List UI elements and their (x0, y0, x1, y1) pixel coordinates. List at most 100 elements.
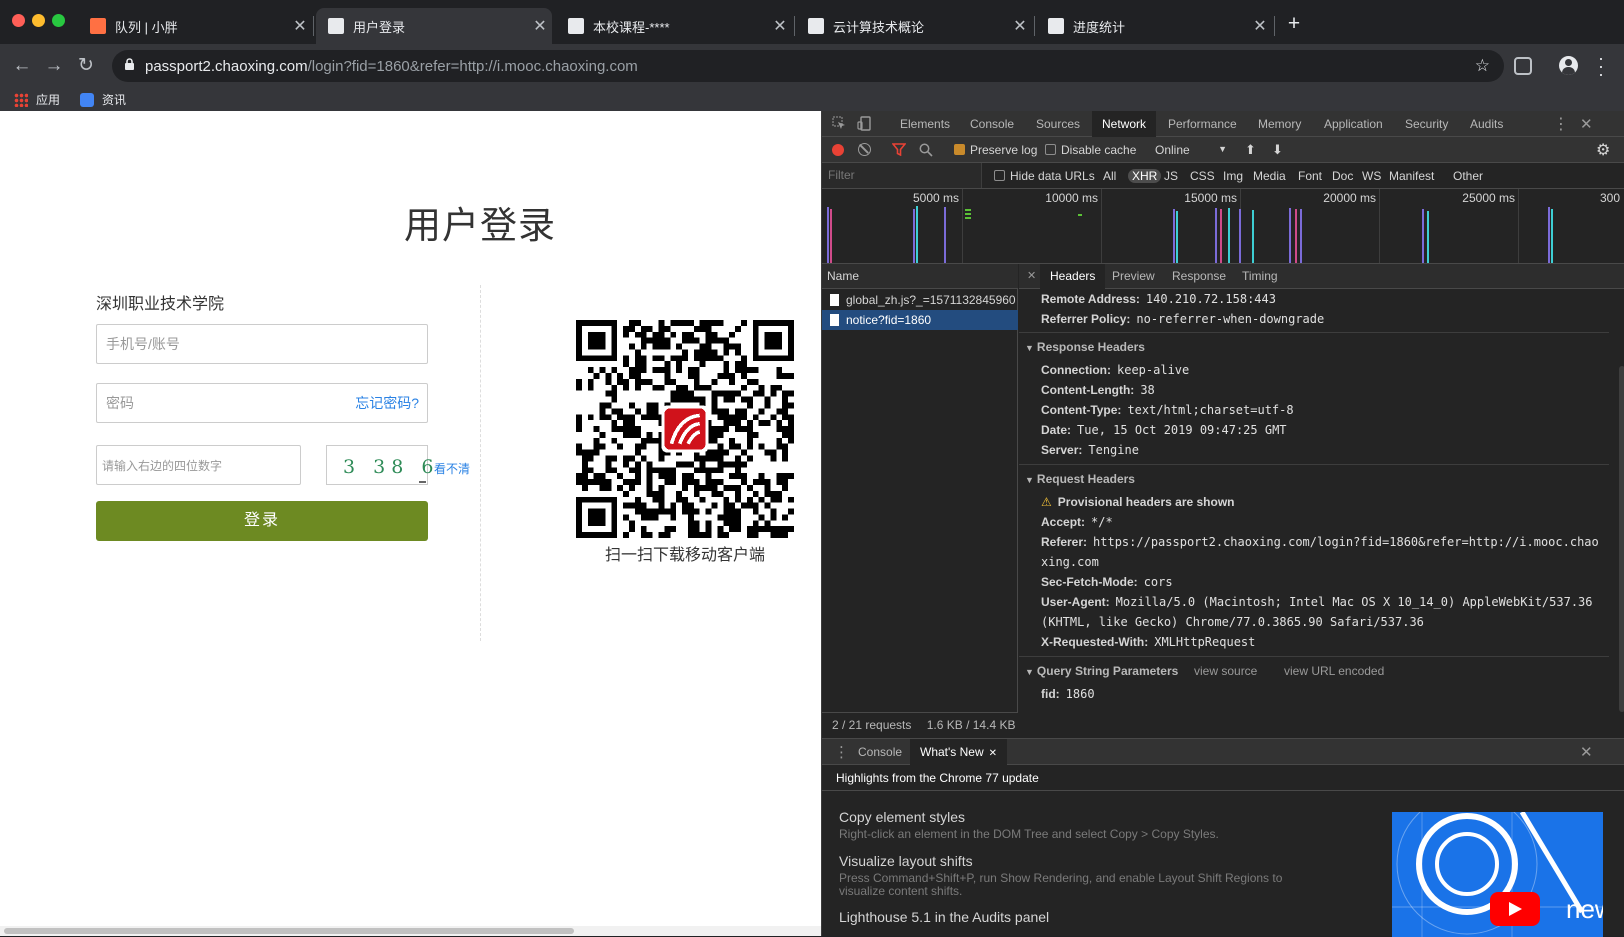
bookmark-star-icon[interactable]: ☆ (1475, 56, 1490, 76)
tab-close-icon[interactable]: ✕ (1248, 16, 1272, 36)
password-input[interactable]: 密码 忘记密码? (96, 383, 428, 423)
drawer-close-icon[interactable]: ✕ (1580, 743, 1593, 761)
device-toolbar-icon[interactable] (857, 116, 871, 134)
drawer-tab-whats-new[interactable]: What's New ✕ (910, 739, 1008, 765)
bookmark-news[interactable]: 资讯 (80, 91, 126, 108)
tab-response[interactable]: Response (1172, 264, 1226, 289)
youtube-play-icon[interactable] (1490, 892, 1540, 926)
whats-new-item[interactable]: Lighthouse 5.1 in the Audits panel (839, 909, 1049, 925)
minimize-window-button[interactable] (32, 14, 45, 27)
throttling-select[interactable]: Online ▼ (1155, 143, 1227, 157)
browser-tab[interactable]: 云计算技术概论 ✕ (796, 8, 1032, 44)
tab-headers[interactable]: Headers (1040, 264, 1106, 289)
import-har-icon[interactable]: ⬆ (1245, 142, 1256, 158)
request-row-selected[interactable]: notice?fid=1860 (822, 310, 1018, 330)
login-button[interactable]: 登录 (96, 501, 428, 541)
bookmark-apps[interactable]: 应用 (14, 91, 60, 108)
profile-avatar-icon[interactable] (1559, 56, 1578, 75)
phone-account-input[interactable]: 手机号/账号 (96, 324, 428, 364)
tab-application[interactable]: Application (1324, 111, 1383, 137)
hide-data-urls-checkbox[interactable]: Hide data URLs (994, 169, 1095, 183)
filter-type-all[interactable]: All (1103, 169, 1116, 183)
tab-sources[interactable]: Sources (1036, 111, 1080, 137)
search-icon[interactable] (919, 143, 933, 160)
whats-new-item[interactable]: Visualize layout shifts Press Command+Sh… (839, 853, 1319, 898)
browser-tab[interactable]: 进度统计 ✕ (1036, 8, 1272, 44)
response-headers-section[interactable]: ▼ Response Headers (1025, 340, 1145, 354)
forgot-password-link[interactable]: 忘记密码? (355, 393, 419, 413)
filter-type-css[interactable]: CSS (1190, 169, 1215, 183)
whats-new-video-thumbnail[interactable]: new (1392, 812, 1603, 937)
filter-type-ws[interactable]: WS (1362, 169, 1381, 183)
tab-elements[interactable]: Elements (900, 111, 950, 137)
preserve-log-checkbox[interactable]: Preserve log (954, 143, 1037, 157)
back-arrow-icon[interactable]: ← (10, 54, 34, 78)
export-har-icon[interactable]: ⬇ (1272, 142, 1283, 158)
zoom-window-button[interactable] (52, 14, 65, 27)
tab-close-icon[interactable]: ✕ (768, 16, 792, 36)
tab-preview[interactable]: Preview (1112, 264, 1155, 289)
filter-input[interactable]: Filter (822, 163, 982, 188)
browser-tab[interactable]: 本校课程-**** ✕ (556, 8, 792, 44)
tab-timing[interactable]: Timing (1242, 264, 1278, 289)
tab-memory[interactable]: Memory (1258, 111, 1301, 137)
tab-audits[interactable]: Audits (1470, 111, 1503, 137)
filter-type-js[interactable]: JS (1164, 169, 1178, 183)
new-tab-button[interactable]: + (1282, 12, 1306, 36)
request-row[interactable]: global_zh.js?_=1571132845960 (822, 290, 1018, 310)
network-toolbar: Preserve log Disable cache Online ▼ ⬆ ⬇ ⚙ (822, 137, 1624, 163)
refresh-captcha-link[interactable]: 看不清 (434, 460, 470, 477)
filter-type-xhr[interactable]: XHR (1128, 169, 1162, 183)
request-headers-section[interactable]: ▼ Request Headers (1025, 472, 1135, 486)
network-settings-gear-icon[interactable]: ⚙ (1596, 140, 1610, 160)
captcha-input[interactable]: 请输入右边的四位数字 (96, 445, 301, 485)
tab-close-icon[interactable]: ✕ (1008, 16, 1032, 36)
browser-tab-active[interactable]: 用户登录 ✕ (316, 8, 552, 44)
details-scrollbar[interactable] (1619, 366, 1624, 712)
extension-icon[interactable] (1514, 57, 1532, 75)
section-divider (1019, 332, 1609, 333)
reload-icon[interactable]: ↻ (74, 54, 98, 78)
filter-type-doc[interactable]: Doc (1332, 169, 1353, 183)
record-icon[interactable] (832, 144, 844, 156)
app-download-qr-code (576, 320, 794, 538)
disable-cache-checkbox[interactable]: Disable cache (1045, 143, 1136, 157)
tab-performance[interactable]: Performance (1168, 111, 1237, 137)
scrollbar-thumb[interactable] (4, 928, 574, 934)
url-path: /login?fid=1860&refer=http://i.mooc.chao… (307, 57, 638, 75)
browser-tab[interactable]: 队列 | 小胖 ✕ (78, 8, 312, 44)
view-source-link[interactable]: view source (1194, 664, 1257, 678)
whats-new-item-title: Visualize layout shifts (839, 853, 973, 869)
tab-network[interactable]: Network (1092, 111, 1157, 137)
drawer-menu-icon[interactable]: ⋮ (834, 743, 849, 761)
filter-funnel-icon[interactable] (891, 143, 907, 159)
forward-arrow-icon[interactable]: → (42, 54, 66, 78)
query-string-section[interactable]: ▼ Query String Parameters (1025, 664, 1178, 678)
tab-close-icon[interactable]: ✕ (288, 16, 312, 36)
filter-type-manifest[interactable]: Manifest (1389, 169, 1434, 183)
filter-type-font[interactable]: Font (1298, 169, 1322, 183)
tab-title: 进度统计 (1073, 19, 1126, 35)
filter-type-media[interactable]: Media (1253, 169, 1286, 183)
address-bar[interactable]: passport2.chaoxing.com/login?fid=1860&re… (112, 50, 1504, 82)
inspect-element-icon[interactable] (832, 116, 846, 133)
name-column-header[interactable]: Name (822, 264, 1018, 289)
network-timeline-overview[interactable]: 5000 ms 10000 ms 15000 ms 20000 ms 25000… (822, 189, 1624, 264)
drawer-tab-console[interactable]: Console (858, 739, 902, 765)
devtools-menu-icon[interactable]: ⋮ (1553, 114, 1569, 134)
scrollbar-thumb[interactable] (1619, 366, 1624, 712)
devtools-close-icon[interactable]: ✕ (1580, 115, 1593, 133)
close-details-icon[interactable]: ✕ (1027, 269, 1036, 282)
browser-menu-icon[interactable]: · · · (1598, 49, 1604, 83)
tab-console[interactable]: Console (970, 111, 1014, 137)
tab-security[interactable]: Security (1405, 111, 1448, 137)
whats-new-item[interactable]: Copy element styles Right-click an eleme… (839, 809, 1319, 841)
filter-type-other[interactable]: Other (1453, 169, 1483, 183)
filter-type-img[interactable]: Img (1223, 169, 1243, 183)
view-url-encoded-link[interactable]: view URL encoded (1284, 664, 1384, 678)
close-window-button[interactable] (12, 14, 25, 27)
horizontal-scrollbar[interactable] (0, 926, 821, 936)
captcha-image[interactable]: 3 38 6 (326, 445, 433, 485)
tab-close-icon[interactable]: ✕ (528, 16, 552, 36)
clear-icon[interactable] (858, 143, 871, 156)
